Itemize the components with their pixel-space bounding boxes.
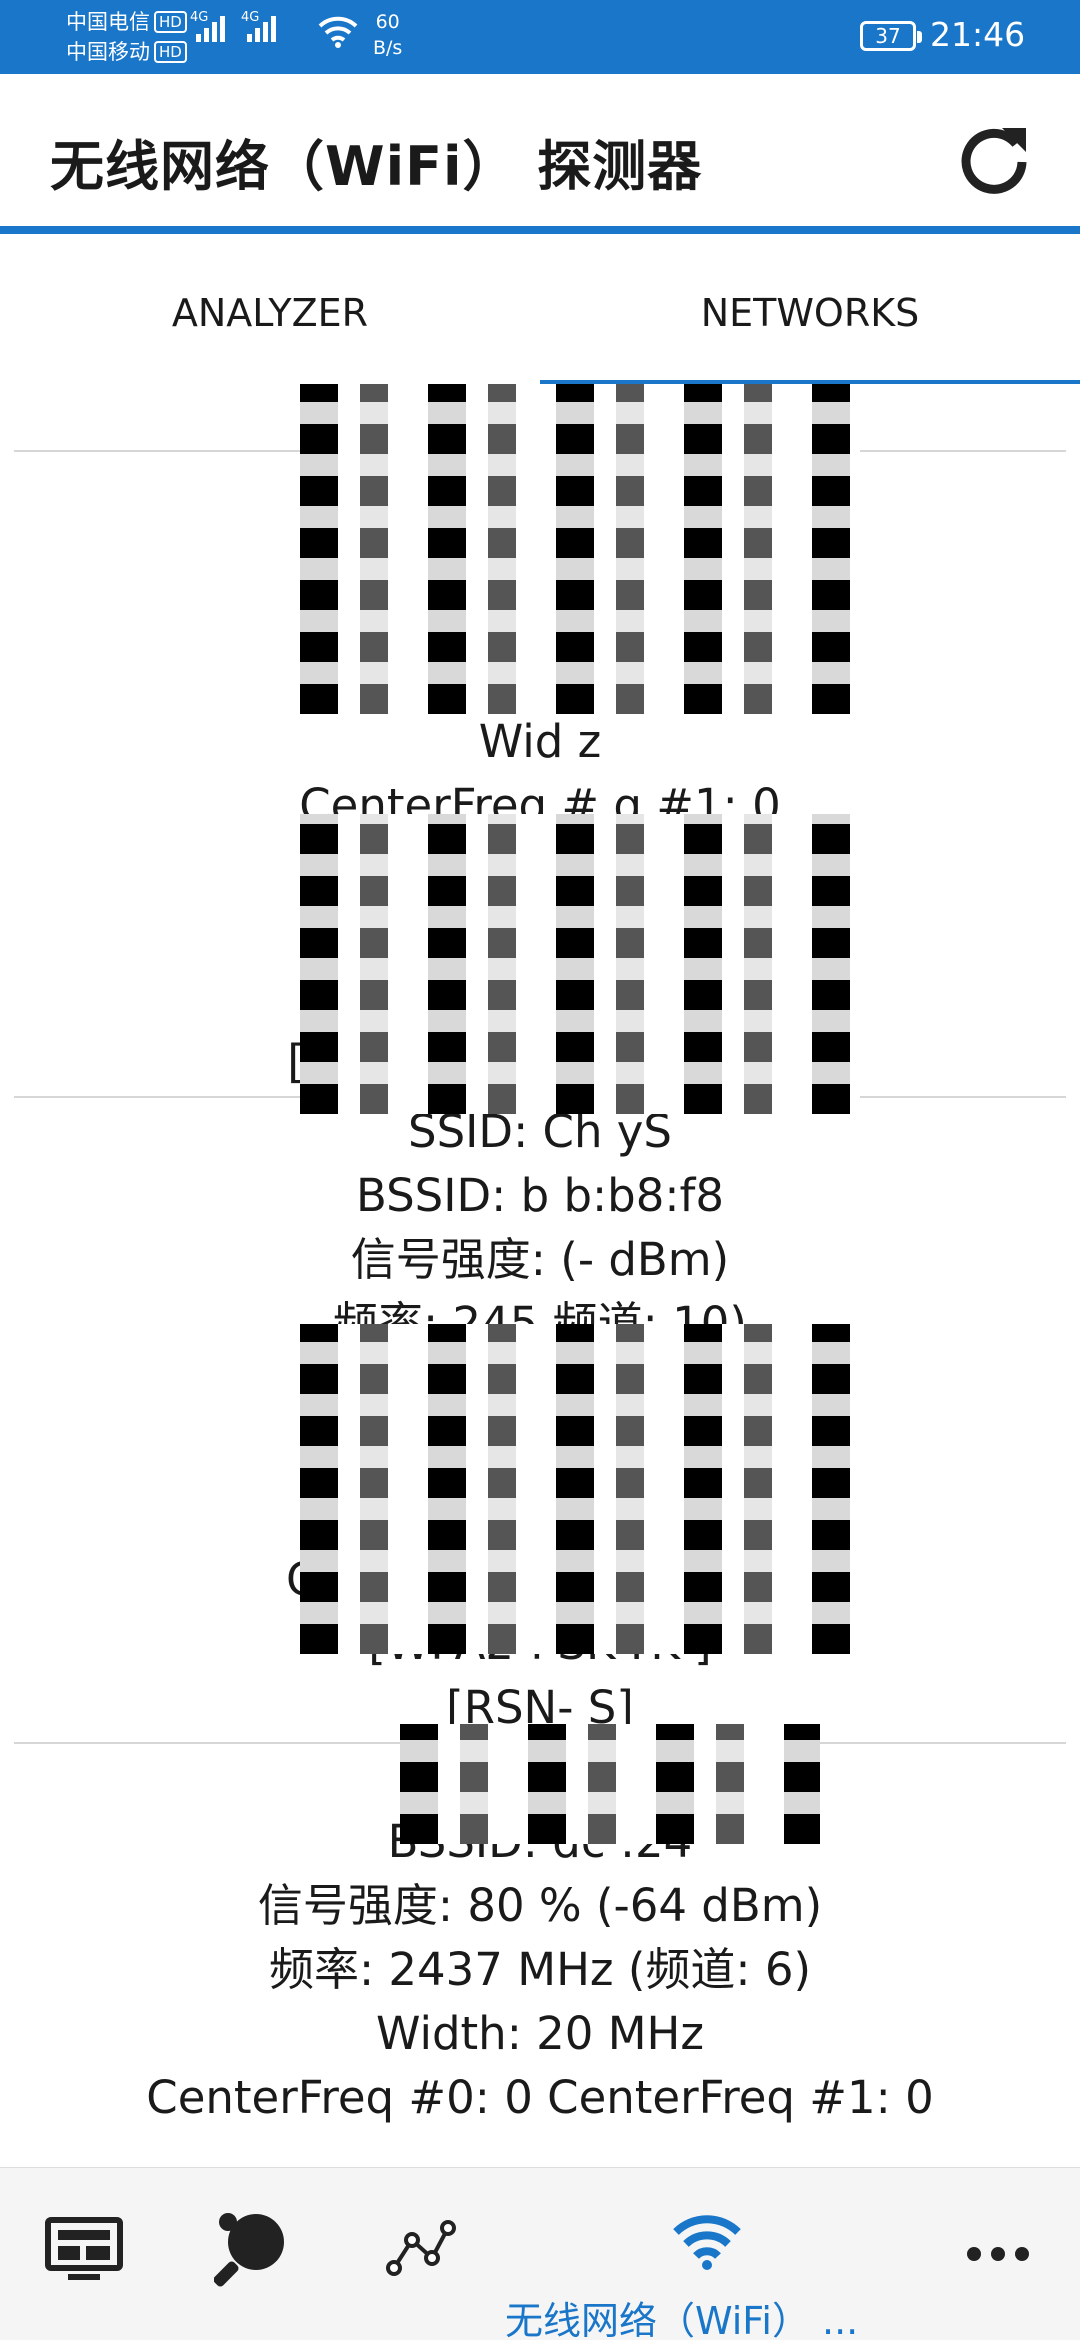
carrier-1: 中国电信 (66, 10, 150, 34)
network-speed: 60 B/s (373, 9, 402, 61)
speed-unit: B/s (373, 37, 403, 59)
monitor-icon[interactable] (44, 2216, 124, 2286)
privacy-mask (300, 1324, 860, 1654)
wifi-icon[interactable] (672, 2212, 742, 2270)
signal-text: 信号强度: 80 % (-64 dBm) (257, 1879, 823, 1932)
hd-badge: HD (154, 11, 187, 33)
ping-pong-icon[interactable] (214, 2208, 292, 2288)
network-list[interactable]: N C ad 消 SSI nuY BSSI d:e6:d4 信号强度: 20 %… (0, 384, 1080, 2167)
battery-icon: 37 (860, 21, 922, 51)
nav-label-wifi: 无线网络（WiFi） ... (505, 2299, 859, 2343)
width-text: Wid z (478, 715, 602, 768)
clock: 21:46 (930, 15, 1026, 54)
signal-icons: 4G 4G (190, 10, 276, 42)
frequency-text: 频率: 2437 MHz (频道: 6) (268, 1943, 812, 1996)
speed-value: 60 (375, 11, 400, 33)
network-type: 4G (241, 10, 260, 25)
app-bar: 无线网络（WiFi） 探测器 (0, 74, 1080, 234)
tab-bar: ANALYZER NETWORKS (0, 242, 1080, 384)
network-type: 4G (190, 10, 209, 25)
status-bar: 中国电信 HD 中国移动 HD 4G 4G 60 B/s 37 21:46 (0, 0, 1080, 74)
width-text: Width: 20 MHz (375, 2007, 705, 2060)
bssid-text: BSSID: b b:b8:f8 (355, 1169, 725, 1222)
refresh-icon[interactable] (954, 118, 1034, 198)
hd-badge: HD (154, 41, 187, 63)
more-icon[interactable] (966, 2244, 1030, 2264)
signal-strength-icon: 4G (190, 10, 225, 42)
tab-analyzer[interactable]: ANALYZER (0, 242, 540, 384)
tab-networks[interactable]: NETWORKS (540, 242, 1080, 384)
wifi-status-icon (318, 16, 358, 48)
signal-text: 信号强度: (- dBm) (350, 1233, 730, 1286)
privacy-mask (300, 384, 860, 714)
privacy-mask (300, 814, 860, 1114)
bottom-navigation: 无线网络（WiFi） ... (0, 2167, 1080, 2343)
carrier-2: 中国移动 (66, 40, 150, 64)
carrier-info: 中国电信 HD 中国移动 HD (66, 7, 187, 67)
signal-strength-icon: 4G (241, 10, 276, 42)
privacy-mask (400, 1724, 820, 1844)
app-title: 无线网络（WiFi） 探测器 (50, 135, 703, 198)
center-freq-text: CenterFreq #0: 0 CenterFreq #1: 0 (146, 2071, 934, 2124)
graph-nodes-icon[interactable] (386, 2218, 456, 2278)
